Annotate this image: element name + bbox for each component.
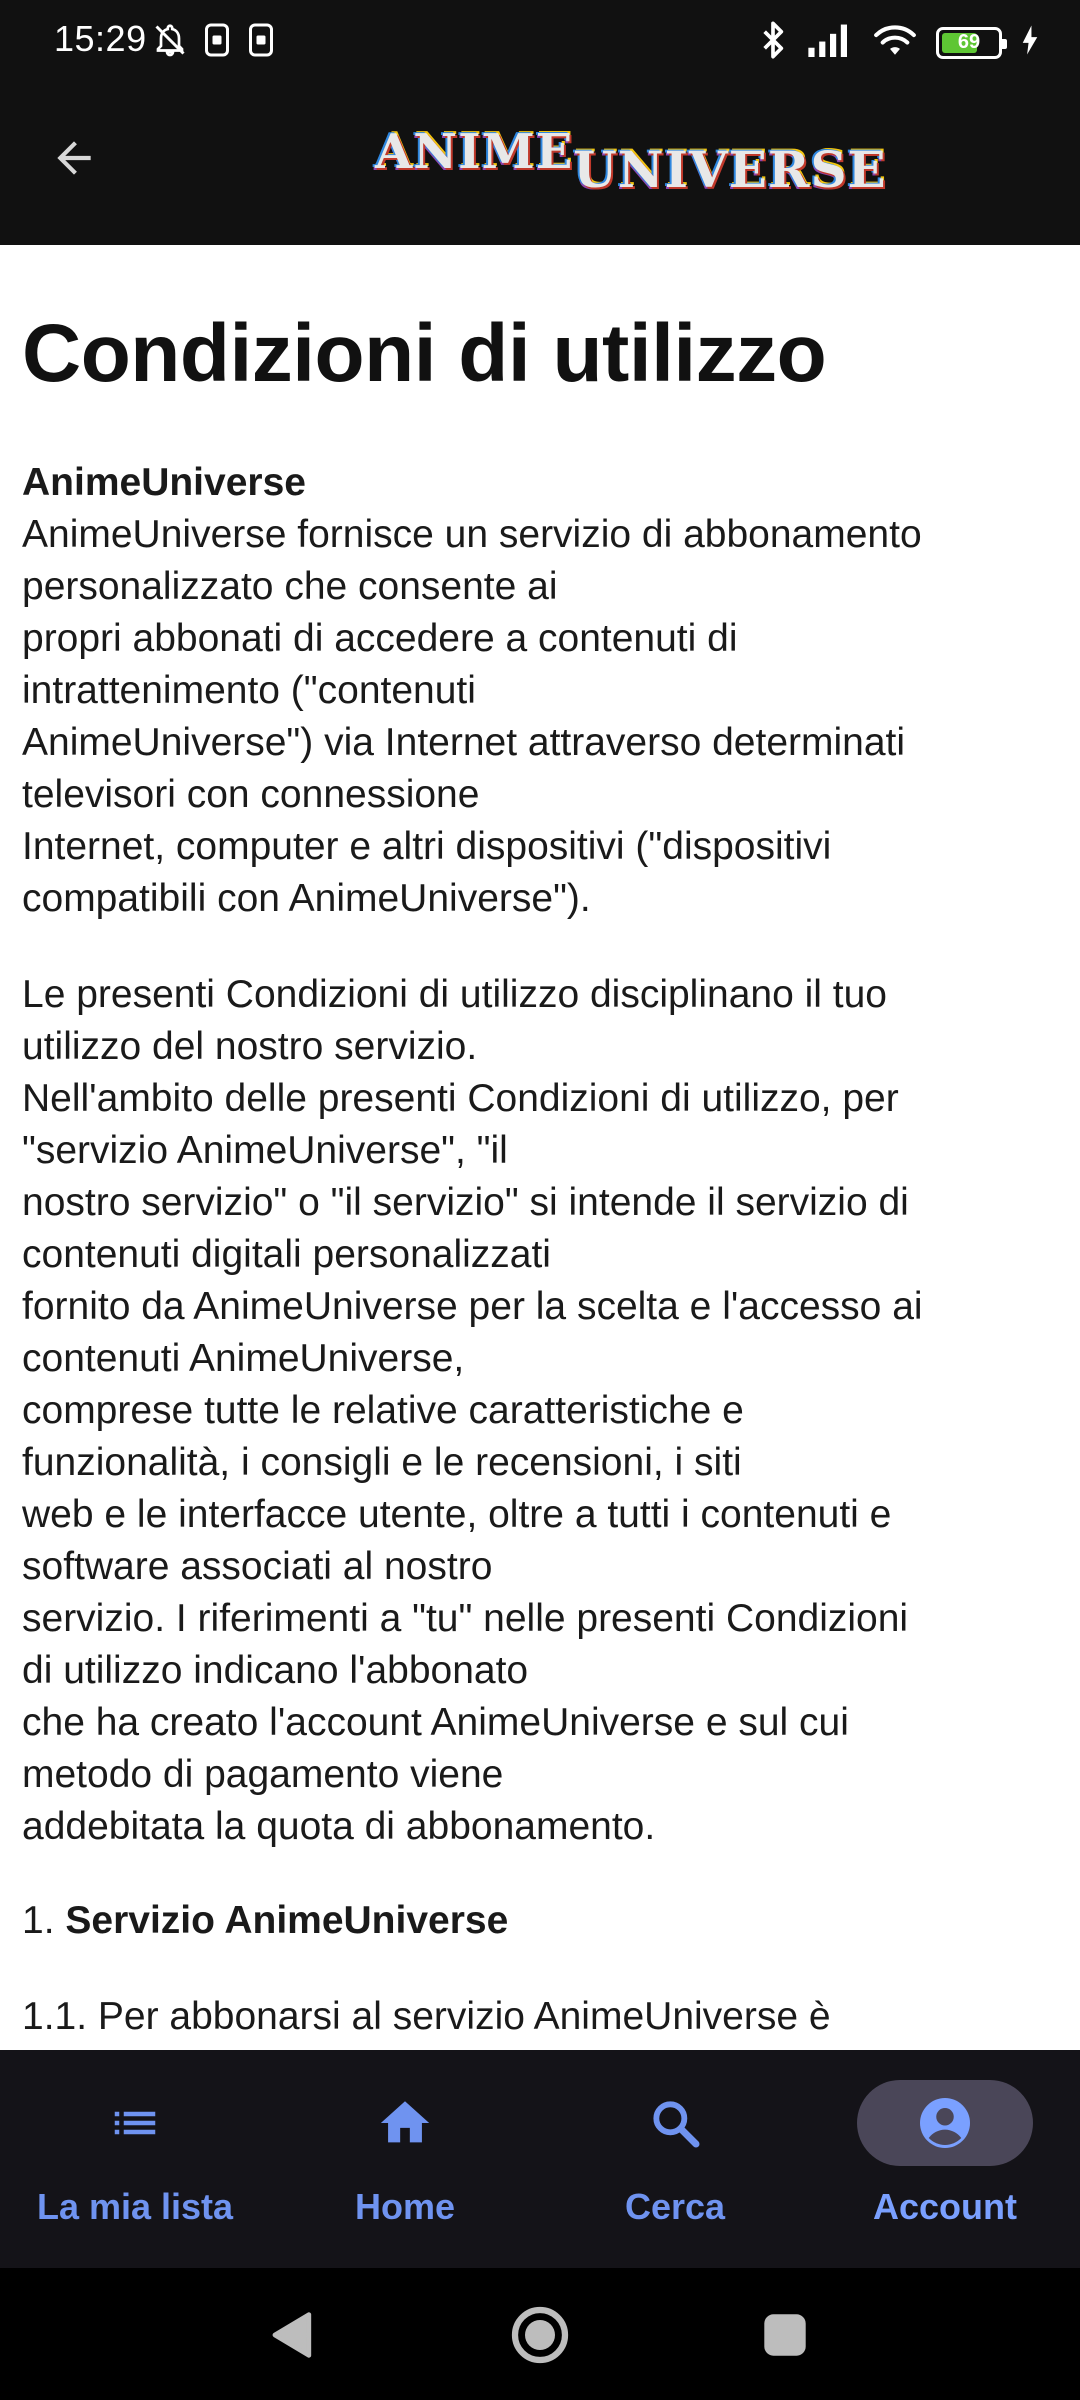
text-line: Le presenti Condizioni di utilizzo disci… bbox=[22, 973, 887, 1016]
nav-label: Cerca bbox=[624, 2186, 726, 2227]
nav-icon-wrap bbox=[857, 2080, 1033, 2166]
text-line: personalizzato che consente ai bbox=[22, 565, 558, 608]
status-bar: 15:29 69 bbox=[0, 0, 1080, 82]
text-line: di utilizzo indicano l'abbonato bbox=[22, 1649, 529, 1692]
system-home-button[interactable] bbox=[507, 2302, 573, 2368]
charging-icon bbox=[1020, 24, 1040, 61]
intro-section: AnimeUniverse AnimeUniverse fornisce un … bbox=[22, 457, 1058, 925]
sim-icon bbox=[246, 22, 276, 63]
sim-icon bbox=[202, 22, 232, 63]
status-right-icons: 69 bbox=[758, 20, 1040, 65]
system-navigation-bar bbox=[0, 2268, 1080, 2400]
battery-cap bbox=[1002, 38, 1007, 49]
logo-anime: ANIME bbox=[375, 124, 574, 180]
nav-item-my-list[interactable]: La mia lista bbox=[0, 2080, 270, 2250]
home-circle-icon bbox=[511, 2306, 569, 2364]
intro-heading: AnimeUniverse bbox=[22, 461, 306, 504]
nav-icon-wrap bbox=[47, 2080, 223, 2166]
text-line: metodo di pagamento viene bbox=[22, 1753, 504, 1796]
section-1-title: Servizio AnimeUniverse bbox=[65, 1899, 509, 1942]
home-icon bbox=[380, 2101, 430, 2143]
terms-content[interactable]: Condizioni di utilizzo AnimeUniverse Ani… bbox=[0, 245, 1080, 2050]
text-line: fornito da AnimeUniverse per la scelta e… bbox=[22, 1285, 923, 1328]
bell-off-icon bbox=[152, 22, 188, 63]
text-line: funzionalità, i consigli e le recensioni… bbox=[22, 1441, 742, 1484]
page-title: Condizioni di utilizzo bbox=[22, 308, 827, 399]
text-line: nostro servizio" o "il servizio" si inte… bbox=[22, 1181, 909, 1224]
text-line: Nell'ambito delle presenti Condizioni di… bbox=[22, 1077, 899, 1120]
text-line: che ha creato l'account AnimeUniverse e … bbox=[22, 1701, 849, 1744]
logo-universe: UNIVERSE bbox=[573, 140, 887, 199]
app-logo: ANIME UNIVERSE bbox=[375, 122, 887, 202]
arrow-back-icon bbox=[57, 141, 91, 175]
nav-label: Home bbox=[354, 2186, 456, 2227]
text-line: contenuti AnimeUniverse, bbox=[22, 1337, 465, 1380]
status-left-icons bbox=[152, 22, 276, 63]
account-circle-icon bbox=[920, 2098, 970, 2148]
nav-item-account[interactable]: Account bbox=[810, 2080, 1080, 2250]
system-back-button[interactable] bbox=[260, 2302, 326, 2368]
battery-icon: 69 bbox=[936, 26, 1007, 59]
text-line: televisori con connessione bbox=[22, 773, 480, 816]
bluetooth-icon bbox=[758, 20, 788, 65]
back-button[interactable] bbox=[38, 122, 110, 194]
terms-section: Le presenti Condizioni di utilizzo disci… bbox=[22, 969, 1058, 1853]
text-line: contenuti digitali personalizzati bbox=[22, 1233, 551, 1276]
text-line: intrattenimento ("contenuti bbox=[22, 669, 476, 712]
text-line: AnimeUniverse") via Internet attraverso … bbox=[22, 721, 906, 764]
nav-item-home[interactable]: Home bbox=[270, 2080, 540, 2250]
search-icon bbox=[653, 2101, 700, 2148]
app-bar: ANIME UNIVERSE bbox=[0, 82, 1080, 245]
text-line: propri abbonati di accedere a contenuti … bbox=[22, 617, 738, 660]
text-line: utilizzo del nostro servizio. bbox=[22, 1025, 478, 1068]
text-line: servizio. I riferimenti a "tu" nelle pre… bbox=[22, 1597, 909, 1640]
system-recents-button[interactable] bbox=[752, 2302, 818, 2368]
text-line: AnimeUniverse fornisce un servizio di ab… bbox=[22, 513, 922, 556]
text-line: 1.1. Per abbonarsi al servizio AnimeUniv… bbox=[22, 1995, 831, 2038]
text-line: web e le interfacce utente, oltre a tutt… bbox=[22, 1493, 892, 1536]
nav-item-search[interactable]: Cerca bbox=[540, 2080, 810, 2250]
text-line: addebitata la quota di abbonamento. bbox=[22, 1805, 656, 1848]
nav-icon-wrap bbox=[587, 2080, 763, 2166]
battery-level: 69 bbox=[957, 31, 981, 53]
text-line: "servizio AnimeUniverse", "il bbox=[22, 1129, 508, 1172]
section-1-heading: 1. Servizio AnimeUniverse bbox=[22, 1895, 1058, 1947]
text-line: Internet, computer e altri dispositivi (… bbox=[22, 825, 832, 868]
nav-label: Account bbox=[873, 2186, 1017, 2227]
wifi-icon bbox=[872, 22, 918, 63]
signal-icon bbox=[806, 23, 854, 62]
nav-icon-wrap bbox=[317, 2080, 493, 2166]
section-1-1: 1.1. Per abbonarsi al servizio AnimeUniv… bbox=[22, 1991, 1058, 2043]
bottom-navigation: La mia lista Home Cerca Account bbox=[0, 2050, 1080, 2268]
recents-square-icon bbox=[764, 2314, 806, 2356]
status-time: 15:29 bbox=[54, 18, 147, 59]
section-1-number: 1. bbox=[22, 1899, 66, 1942]
nav-label: La mia lista bbox=[36, 2186, 234, 2227]
text-line: compatibili con AnimeUniverse"). bbox=[22, 877, 591, 920]
text-line: software associati al nostro bbox=[22, 1545, 493, 1588]
back-triangle-icon bbox=[272, 2312, 312, 2358]
text-line: comprese tutte le relative caratteristic… bbox=[22, 1389, 744, 1432]
list-icon bbox=[114, 2111, 156, 2135]
